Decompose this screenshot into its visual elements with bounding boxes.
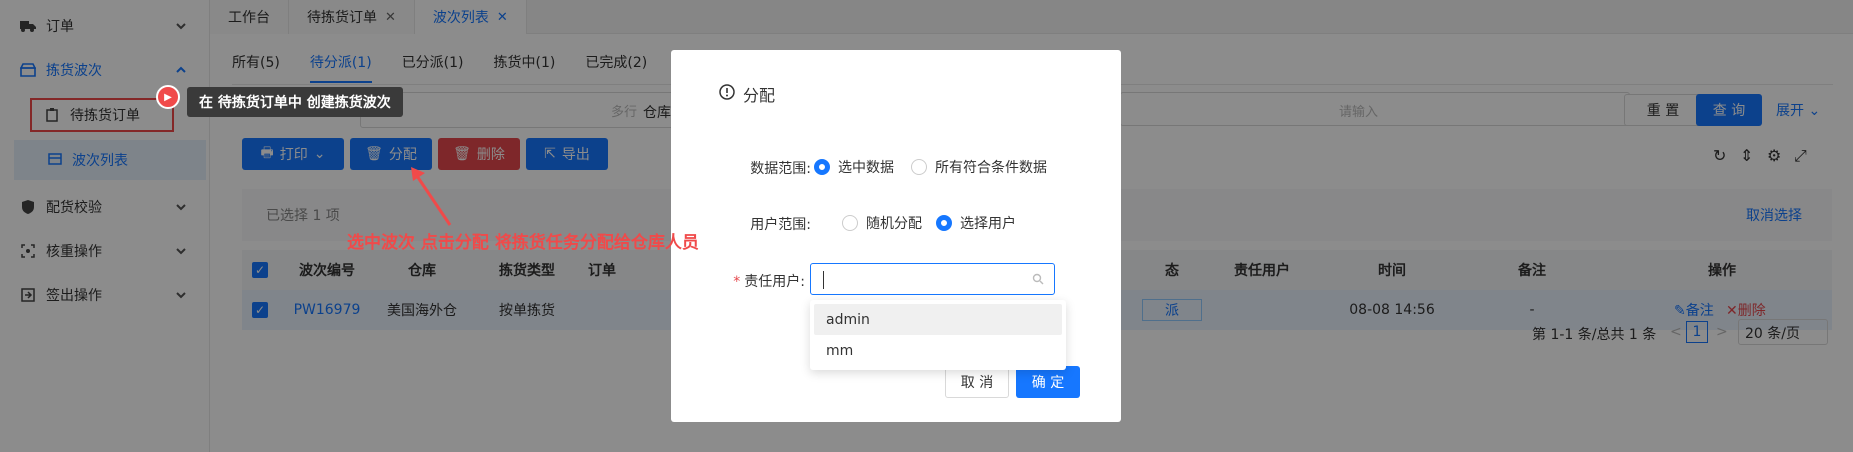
annotation-arrow xyxy=(411,167,452,226)
radio-label: 选中数据 xyxy=(838,160,894,176)
play-icon: ▶ xyxy=(156,85,180,109)
radio-dot xyxy=(814,159,830,175)
data-scope-label: 数据范围: xyxy=(750,161,811,177)
annotation-instruction: 选中波次 点击分配 将拣货任务分配给仓库人员 xyxy=(347,233,699,253)
radio-random-assign[interactable]: 随机分配 xyxy=(842,213,922,233)
modal-title: 分配 xyxy=(719,82,775,106)
search-icon xyxy=(1032,273,1044,285)
radio-dot xyxy=(936,215,952,231)
responsible-user-label: * 责任用户: xyxy=(685,271,805,291)
annotation-tooltip: 在 待拣货订单中 创建拣货波次 xyxy=(187,87,403,117)
radio-select-user[interactable]: 选择用户 xyxy=(936,213,1016,233)
radio-all-matching[interactable]: 所有符合条件数据 xyxy=(911,157,1047,177)
user-options-dropdown: admin mm xyxy=(810,300,1066,370)
cancel-button[interactable]: 取 消 xyxy=(945,366,1009,398)
radio-dot xyxy=(911,159,927,175)
radio-dot xyxy=(842,215,858,231)
radio-selected-data[interactable]: 选中数据 xyxy=(814,157,894,177)
radio-label: 所有符合条件数据 xyxy=(935,160,1047,176)
option-mm[interactable]: mm xyxy=(814,335,1062,366)
responsible-user-select[interactable] xyxy=(810,263,1055,295)
user-scope-label: 用户范围: xyxy=(750,217,811,233)
assign-modal: 分配 数据范围: 选中数据 所有符合条件数据 用户范围: 随机分配 选择用户 *… xyxy=(671,50,1121,422)
text-cursor xyxy=(823,271,824,289)
modal-title-text: 分配 xyxy=(743,86,776,105)
info-icon xyxy=(719,84,735,104)
radio-label: 选择用户 xyxy=(960,216,1016,232)
confirm-button[interactable]: 确 定 xyxy=(1016,366,1080,398)
radio-label: 随机分配 xyxy=(866,216,922,232)
option-admin[interactable]: admin xyxy=(814,304,1062,335)
responsible-user-label-text: 责任用户: xyxy=(744,274,805,290)
required-mark: * xyxy=(733,274,741,290)
